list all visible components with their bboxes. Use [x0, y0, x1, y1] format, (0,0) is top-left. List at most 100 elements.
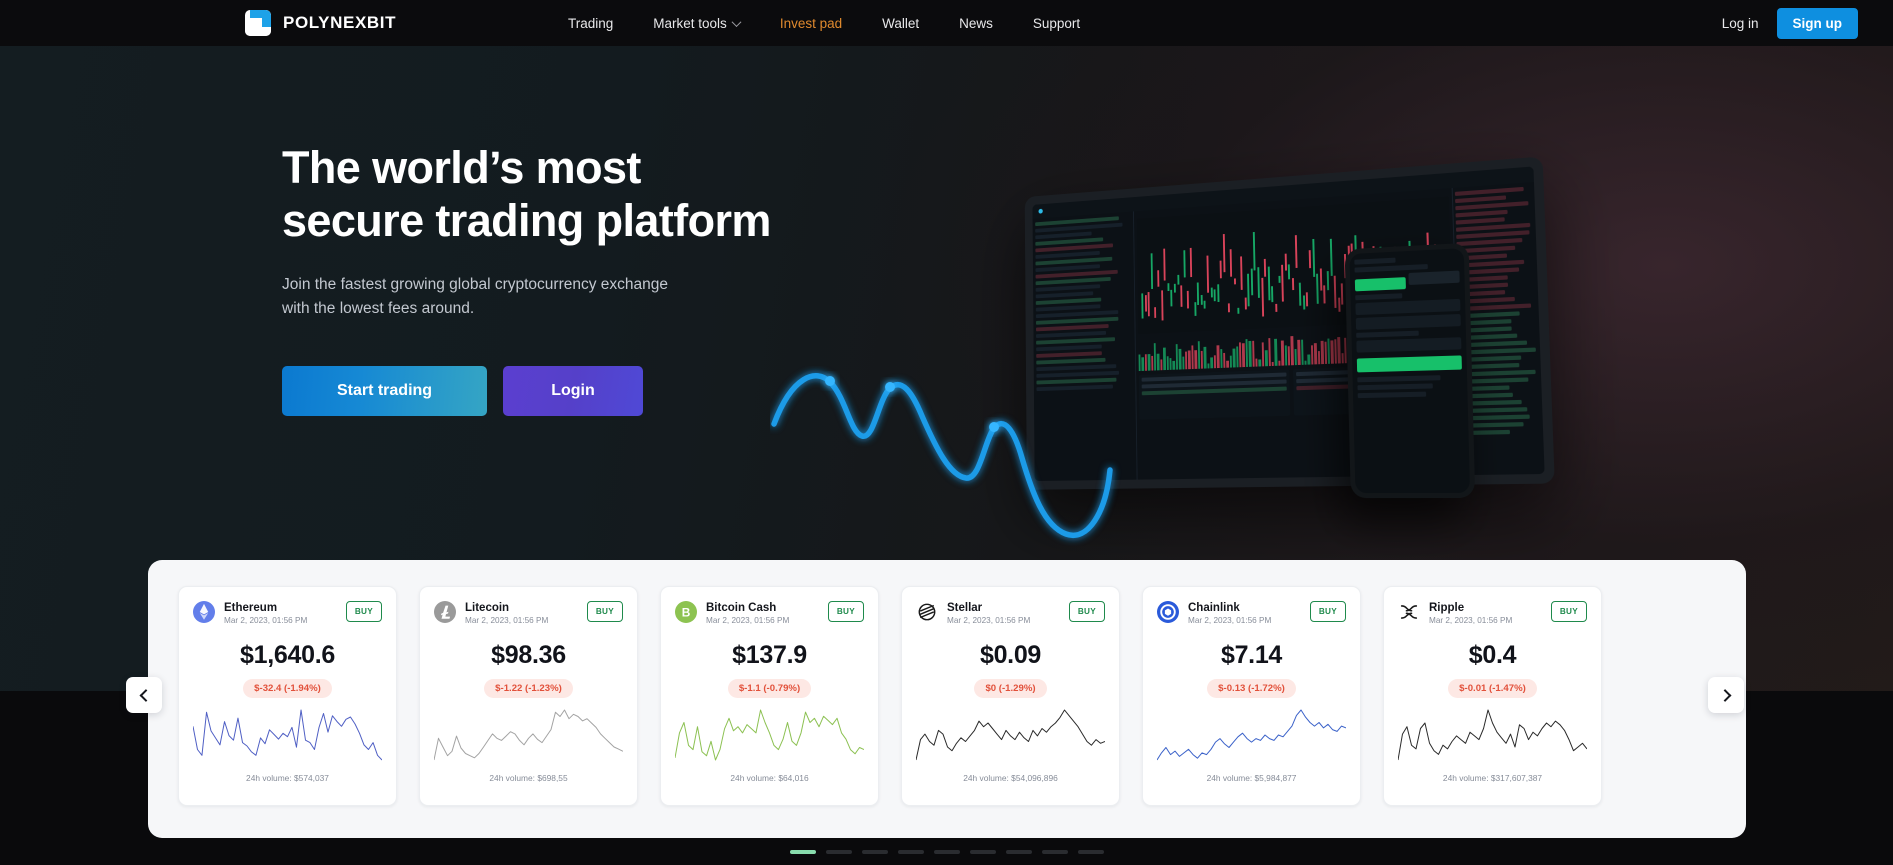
- carousel-dot[interactable]: [934, 850, 960, 854]
- signup-button[interactable]: Sign up: [1777, 8, 1859, 39]
- card-header: Stellar Mar 2, 2023, 01:56 PM BUY: [916, 601, 1105, 625]
- coin-price: $137.9: [675, 641, 864, 670]
- coin-name: Stellar: [947, 601, 1060, 615]
- card-header: Ripple Mar 2, 2023, 01:56 PM BUY: [1398, 601, 1587, 625]
- login-button[interactable]: Login: [503, 366, 643, 416]
- coin-meta: Ethereum Mar 2, 2023, 01:56 PM: [224, 601, 337, 625]
- nav-item-trading[interactable]: Trading: [548, 16, 633, 31]
- buy-button[interactable]: BUY: [1310, 601, 1346, 622]
- price-change-badge: $-1.1 (-0.79%): [728, 679, 811, 698]
- buy-button[interactable]: BUY: [346, 601, 382, 622]
- price-change-badge: $-0.13 (-1.72%): [1207, 679, 1296, 698]
- volume-label: 24h volume: $574,037: [193, 773, 382, 783]
- card-header: Litecoin Mar 2, 2023, 01:56 PM BUY: [434, 601, 623, 625]
- buy-button[interactable]: BUY: [1069, 601, 1105, 622]
- brand-logo[interactable]: POLYNEXBIT: [245, 10, 396, 36]
- nav-item-wallet[interactable]: Wallet: [862, 16, 939, 31]
- nav-item-label: Support: [1033, 16, 1080, 31]
- volume-label: 24h volume: $54,096,896: [916, 773, 1105, 783]
- litecoin-icon: [434, 601, 456, 623]
- svg-text:B: B: [682, 606, 691, 620]
- coin-name: Litecoin: [465, 601, 578, 615]
- carousel-dot[interactable]: [1006, 850, 1032, 854]
- nav-item-news[interactable]: News: [939, 16, 1013, 31]
- sparkline-chart: [675, 706, 864, 762]
- market-card-list: Ethereum Mar 2, 2023, 01:56 PM BUY $1,640.6…: [178, 586, 1602, 806]
- coin-timestamp: Mar 2, 2023, 01:56 PM: [947, 616, 1060, 625]
- nav-item-support[interactable]: Support: [1013, 16, 1100, 31]
- coin-timestamp: Mar 2, 2023, 01:56 PM: [706, 616, 819, 625]
- coin-name: Bitcoin Cash: [706, 601, 819, 615]
- coin-timestamp: Mar 2, 2023, 01:56 PM: [224, 616, 337, 625]
- sparkline-chart: [1398, 706, 1587, 762]
- hero-copy: The world’s most secure trading platform…: [282, 142, 922, 416]
- carousel-dot[interactable]: [970, 850, 996, 854]
- brand-name: POLYNEXBIT: [283, 13, 396, 33]
- coin-name: Ethereum: [224, 601, 337, 615]
- coin-timestamp: Mar 2, 2023, 01:56 PM: [1188, 616, 1301, 625]
- ethereum-icon: [193, 601, 215, 623]
- buy-button[interactable]: BUY: [587, 601, 623, 622]
- market-card[interactable]: Stellar Mar 2, 2023, 01:56 PM BUY $0.09 $0 (…: [901, 586, 1120, 806]
- price-change-badge: $-0.01 (-1.47%): [1448, 679, 1537, 698]
- buy-button[interactable]: BUY: [1551, 601, 1587, 622]
- chevron-down-icon: [731, 17, 741, 27]
- nav-auth-actions: Log in Sign up: [1722, 8, 1858, 39]
- hero-subtitle: Join the fastest growing global cryptocu…: [282, 273, 922, 321]
- market-card[interactable]: B Bitcoin Cash Mar 2, 2023, 01:56 PM BUY $13…: [660, 586, 879, 806]
- coin-meta: Ripple Mar 2, 2023, 01:56 PM: [1429, 601, 1542, 625]
- card-header: B Bitcoin Cash Mar 2, 2023, 01:56 PM BUY: [675, 601, 864, 625]
- price-change-badge: $-32.4 (-1.94%): [243, 679, 332, 698]
- nav-item-label: Trading: [568, 16, 613, 31]
- coin-price: $1,640.6: [193, 641, 382, 670]
- landing-page: POLYNEXBIT Trading Market tools Invest p…: [0, 0, 1893, 865]
- polynexbit-logo-icon: [245, 10, 271, 36]
- nav-item-label: News: [959, 16, 993, 31]
- nav-item-invest-pad[interactable]: Invest pad: [760, 16, 862, 31]
- nav-links: Trading Market tools Invest pad Wallet N…: [548, 16, 1100, 31]
- coin-timestamp: Mar 2, 2023, 01:56 PM: [465, 616, 578, 625]
- coin-name: Chainlink: [1188, 601, 1301, 615]
- market-card[interactable]: Ripple Mar 2, 2023, 01:56 PM BUY $0.4 $-0.01…: [1383, 586, 1602, 806]
- carousel-prev-button[interactable]: [126, 677, 162, 713]
- phone-mockup: [1345, 243, 1476, 498]
- carousel-dot[interactable]: [790, 850, 816, 854]
- stellar-icon: [916, 601, 938, 623]
- sparkline-chart: [916, 706, 1105, 762]
- sparkline-chart: [434, 706, 623, 762]
- chevron-left-icon: [139, 689, 152, 702]
- chevron-right-icon: [1718, 689, 1731, 702]
- volume-label: 24h volume: $317,607,387: [1398, 773, 1587, 783]
- ripple-icon: [1398, 601, 1420, 623]
- price-change-badge: $-1.22 (-1.23%): [484, 679, 573, 698]
- hero-mockup-image: [960, 136, 1600, 556]
- volume-label: 24h volume: $5,984,877: [1157, 773, 1346, 783]
- carousel-dot[interactable]: [1042, 850, 1068, 854]
- coin-meta: Stellar Mar 2, 2023, 01:56 PM: [947, 601, 1060, 625]
- volume-label: 24h volume: $698,55: [434, 773, 623, 783]
- hero-cta-group: Start trading Login: [282, 366, 922, 416]
- sparkline-chart: [1157, 706, 1346, 762]
- carousel-dot[interactable]: [862, 850, 888, 854]
- start-trading-button[interactable]: Start trading: [282, 366, 487, 416]
- carousel-pagination: [0, 850, 1893, 854]
- login-link[interactable]: Log in: [1722, 16, 1759, 31]
- market-card[interactable]: Litecoin Mar 2, 2023, 01:56 PM BUY $98.36 $-…: [419, 586, 638, 806]
- carousel-next-button[interactable]: [1708, 677, 1744, 713]
- market-card[interactable]: Ethereum Mar 2, 2023, 01:56 PM BUY $1,640.6…: [178, 586, 397, 806]
- market-card[interactable]: Chainlink Mar 2, 2023, 01:56 PM BUY $7.14 $-…: [1142, 586, 1361, 806]
- hero-title: The world’s most secure trading platform: [282, 142, 922, 247]
- carousel-dot[interactable]: [826, 850, 852, 854]
- carousel-dot[interactable]: [898, 850, 924, 854]
- coin-price: $7.14: [1157, 641, 1346, 670]
- top-navigation-bar: POLYNEXBIT Trading Market tools Invest p…: [0, 0, 1893, 46]
- coin-timestamp: Mar 2, 2023, 01:56 PM: [1429, 616, 1542, 625]
- laptop-mockup: [1025, 156, 1555, 489]
- carousel-dot[interactable]: [1078, 850, 1104, 854]
- volume-label: 24h volume: $64,016: [675, 773, 864, 783]
- nav-item-label: Invest pad: [780, 16, 842, 31]
- chainlink-icon: [1157, 601, 1179, 623]
- buy-button[interactable]: BUY: [828, 601, 864, 622]
- nav-item-market-tools[interactable]: Market tools: [633, 16, 760, 31]
- card-header: Ethereum Mar 2, 2023, 01:56 PM BUY: [193, 601, 382, 625]
